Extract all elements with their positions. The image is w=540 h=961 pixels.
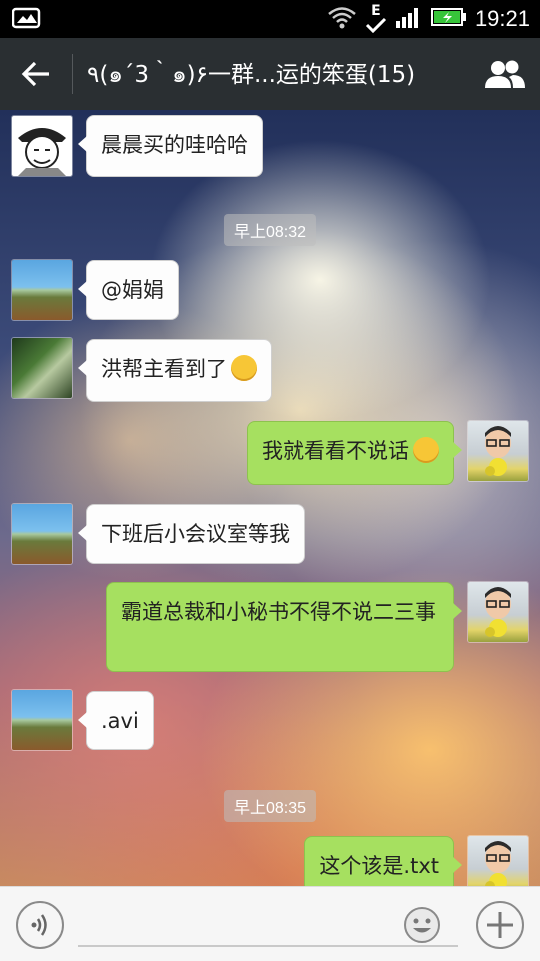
sender-avatar[interactable] bbox=[12, 504, 72, 564]
voice-icon bbox=[31, 914, 47, 936]
group-members-button[interactable] bbox=[470, 38, 540, 110]
message-text: .avi bbox=[101, 709, 139, 733]
chat-messages-area[interactable]: 晨晨买的哇哈哈 早上08:32 @娟娟 洪帮主看到了 我就看看不说话 下班后小会… bbox=[0, 110, 540, 886]
more-options-button[interactable] bbox=[476, 901, 524, 949]
message-text: 这个该是.txt bbox=[319, 854, 439, 878]
message-bubble[interactable]: 这个该是.txt bbox=[304, 836, 462, 886]
battery-icon bbox=[430, 6, 467, 32]
my-avatar[interactable] bbox=[468, 421, 528, 481]
image-notification-icon bbox=[11, 6, 42, 30]
sender-avatar[interactable] bbox=[12, 338, 72, 398]
sender-avatar[interactable] bbox=[12, 116, 72, 176]
message-bubble[interactable]: @娟娟 bbox=[78, 260, 179, 320]
wifi-icon bbox=[327, 5, 357, 33]
network-type-label: E bbox=[371, 3, 381, 19]
timestamp: 早上08:32 bbox=[223, 214, 317, 246]
signal-icon bbox=[395, 5, 423, 33]
my-avatar[interactable] bbox=[468, 836, 528, 886]
network-type-icon: E bbox=[365, 3, 387, 33]
smiley-icon bbox=[404, 907, 440, 943]
emoji-button[interactable] bbox=[402, 905, 442, 945]
message-bubble[interactable]: .avi bbox=[78, 691, 154, 750]
message-bubble[interactable]: 我就看看不说话 bbox=[247, 421, 462, 485]
message-bubble[interactable]: 洪帮主看到了 bbox=[78, 339, 272, 402]
message-text: 下班后小会议室等我 bbox=[101, 522, 290, 546]
message-text: 我就看看不说话 bbox=[262, 439, 409, 463]
group-members-icon bbox=[485, 60, 525, 88]
message-bubble[interactable]: 下班后小会议室等我 bbox=[78, 504, 305, 564]
back-arrow-icon bbox=[21, 61, 49, 87]
back-button[interactable] bbox=[0, 38, 72, 110]
message-input-bar bbox=[0, 886, 540, 961]
message-text: 霸道总裁和小秘书不得不说二三事 bbox=[121, 600, 436, 624]
clock: 19:21 bbox=[474, 6, 530, 31]
chat-header: ٩(๑´3｀๑)۶一群...运的笨蛋(15) bbox=[0, 38, 540, 110]
message-text: 晨晨买的哇哈哈 bbox=[101, 133, 248, 157]
crying-emoji-icon bbox=[231, 355, 257, 381]
message-input[interactable] bbox=[78, 903, 458, 947]
voice-input-button[interactable] bbox=[16, 901, 64, 949]
sender-avatar[interactable] bbox=[12, 690, 72, 750]
message-bubble[interactable]: 晨晨买的哇哈哈 bbox=[78, 115, 263, 177]
message-bubble[interactable]: 霸道总裁和小秘书不得不说二三事 bbox=[106, 582, 462, 672]
plus-icon bbox=[487, 912, 513, 938]
message-text: @娟娟 bbox=[101, 278, 164, 302]
thinking-emoji-icon bbox=[413, 437, 439, 463]
page-title: ٩(๑´3｀๑)۶一群...运的笨蛋(15) bbox=[87, 62, 416, 88]
my-avatar[interactable] bbox=[468, 582, 528, 642]
status-bar: E 19:21 bbox=[0, 0, 540, 38]
message-text: 洪帮主看到了 bbox=[101, 357, 227, 381]
timestamp: 早上08:35 bbox=[223, 790, 317, 822]
sender-avatar[interactable] bbox=[12, 260, 72, 320]
